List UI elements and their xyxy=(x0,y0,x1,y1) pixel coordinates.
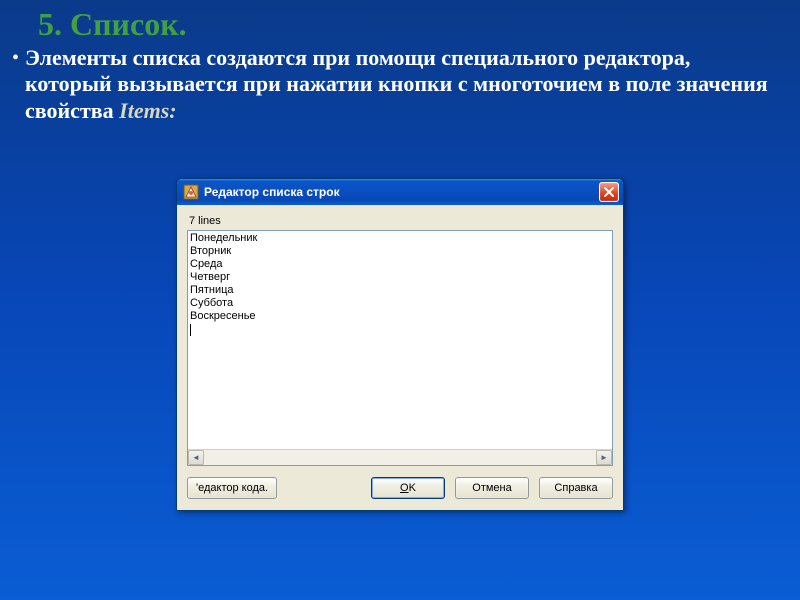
close-icon xyxy=(604,187,614,197)
lines-count-label: 7 lines xyxy=(189,215,613,227)
text-caret xyxy=(190,324,191,336)
help-button[interactable]: Справка xyxy=(539,477,613,499)
bullet-icon: • xyxy=(12,45,19,71)
body-text: Элементы списка создаются при помощи спе… xyxy=(25,45,780,124)
cancel-button[interactable]: Отмена xyxy=(455,477,529,499)
text-editor[interactable]: Понедельник Вторник Среда Четверг Пятниц… xyxy=(187,230,613,466)
ok-mnemonic: O xyxy=(400,482,409,494)
ok-rest: K xyxy=(409,482,416,494)
string-list-editor-dialog: Редактор списка строк 7 lines Понедельни… xyxy=(176,178,624,511)
scroll-track[interactable] xyxy=(204,450,596,465)
scroll-right-button[interactable]: ► xyxy=(596,450,612,465)
button-row: 'едактор кода. OK Отмена Справка xyxy=(177,466,623,510)
ok-button[interactable]: OK xyxy=(371,477,445,499)
editor-content[interactable]: Понедельник Вторник Среда Четверг Пятниц… xyxy=(188,231,612,449)
slide-title: 5. Список. xyxy=(0,0,800,43)
slide-body: • Элементы списка создаются при помощи с… xyxy=(0,43,800,124)
code-editor-button[interactable]: 'едактор кода. xyxy=(187,477,277,499)
titlebar[interactable]: Редактор списка строк xyxy=(177,179,623,205)
delphi-icon xyxy=(183,184,199,200)
body-italic: Items: xyxy=(119,98,176,123)
scroll-left-button[interactable]: ◄ xyxy=(188,450,204,465)
dialog-body: 7 lines Понедельник Вторник Среда Четвер… xyxy=(177,205,623,466)
horizontal-scrollbar[interactable]: ◄ ► xyxy=(188,449,612,465)
dialog-title: Редактор списка строк xyxy=(204,185,599,199)
close-button[interactable] xyxy=(599,182,619,202)
